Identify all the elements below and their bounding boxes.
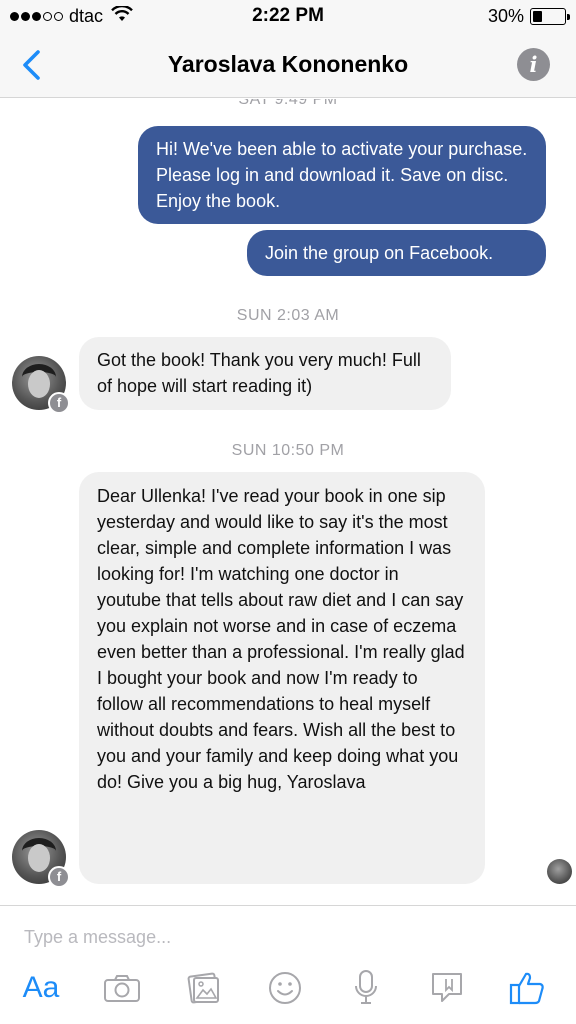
status-bar: dtac 2:22 PM 30% (0, 0, 576, 32)
read-receipt-avatar (547, 859, 572, 884)
message-composer: Aa (0, 905, 576, 1024)
camera-icon[interactable] (100, 966, 144, 1010)
timestamp: SUN 10:50 PM (231, 442, 345, 459)
microphone-icon[interactable] (344, 966, 388, 1010)
info-button[interactable]: i (517, 48, 550, 81)
aa-icon[interactable]: Aa (19, 966, 63, 1010)
composer-toolbar: Aa (0, 966, 576, 1022)
timestamp: SAT 9:49 PM (238, 99, 338, 108)
outgoing-message[interactable]: Join the group on Facebook. (247, 230, 546, 276)
incoming-message[interactable]: Dear Ullenka! I've read your book in one… (79, 472, 485, 884)
facebook-badge-icon: f (48, 866, 70, 888)
message-list[interactable]: SAT 9:49 PM Hi! We've been able to activ… (0, 99, 576, 905)
contact-avatar[interactable]: f (12, 356, 70, 414)
timestamp: SUN 2:03 AM (236, 307, 340, 324)
sticker-icon[interactable] (425, 966, 469, 1010)
outgoing-message[interactable]: Hi! We've been able to activate your pur… (138, 126, 546, 224)
battery-level-fill (533, 11, 542, 22)
incoming-message[interactable]: Got the book! Thank you very much! Full … (79, 337, 451, 410)
emoji-icon[interactable] (263, 966, 307, 1010)
photo-gallery-icon[interactable] (182, 966, 226, 1010)
thumbs-up-icon[interactable] (505, 966, 549, 1010)
message-input[interactable] (24, 922, 544, 952)
conversation-header: Yaroslava Kononenko i (0, 32, 576, 98)
facebook-badge-icon: f (48, 392, 70, 414)
aa-label: Aa (22, 971, 60, 1004)
contact-name-title[interactable]: Yaroslava Kononenko (0, 51, 576, 78)
battery-icon (530, 8, 570, 25)
contact-avatar[interactable]: f (12, 830, 70, 888)
battery-percent: 30% (487, 6, 524, 26)
status-right: 30% (487, 6, 570, 27)
